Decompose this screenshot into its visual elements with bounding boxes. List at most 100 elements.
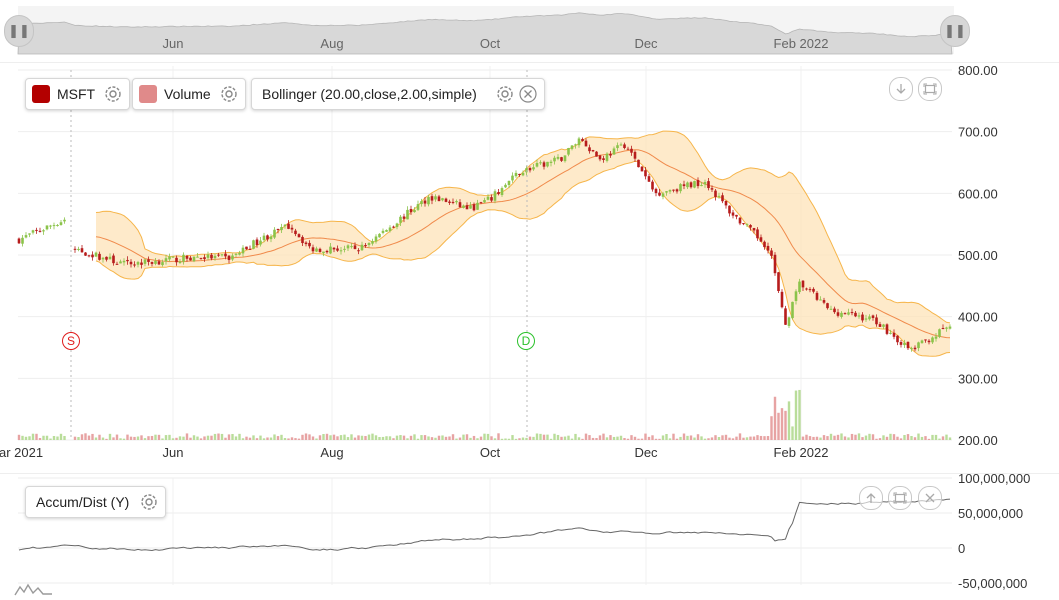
candle-body <box>462 205 465 208</box>
candle-body <box>581 138 584 142</box>
volume-bar <box>189 437 192 440</box>
candle-body <box>528 168 532 171</box>
candle-body <box>889 332 892 334</box>
candle-body <box>56 225 59 227</box>
volume-bar <box>448 436 451 440</box>
gear-icon[interactable] <box>103 84 123 104</box>
candle-body <box>49 225 52 227</box>
volume-bar <box>567 435 570 440</box>
candle-body <box>651 181 654 190</box>
candle-body <box>885 324 889 334</box>
event-marker-split[interactable]: S <box>62 332 80 350</box>
volume-bar <box>245 436 248 440</box>
candle-body <box>161 262 164 266</box>
candle-body <box>644 170 647 177</box>
volume-bar <box>203 436 206 440</box>
volume-bar <box>850 433 854 440</box>
volume-bar <box>493 438 497 440</box>
candle-body <box>451 201 455 203</box>
volume-bar <box>63 435 66 440</box>
volume-bar <box>423 435 427 440</box>
volume-bar <box>728 437 731 440</box>
volume-bar <box>871 434 875 440</box>
volume-bar <box>437 435 441 440</box>
volume-bar <box>80 434 84 440</box>
candle-body <box>836 312 840 316</box>
volume-bar <box>101 437 105 440</box>
volume-bar <box>833 435 836 440</box>
volume-bar <box>892 434 896 440</box>
volume-bar <box>213 433 217 440</box>
candle-body <box>413 210 416 213</box>
gear-icon[interactable] <box>219 84 239 104</box>
volume-bar <box>801 436 805 440</box>
expand-icon[interactable] <box>918 77 942 101</box>
expand-icon[interactable] <box>888 486 912 510</box>
candle-body <box>497 192 500 195</box>
volume-bar <box>84 433 87 440</box>
candle-body <box>231 255 234 260</box>
navigator-left-handle[interactable]: ❚❚ <box>4 15 34 47</box>
candle-body <box>206 254 210 258</box>
volume-bar <box>941 436 945 440</box>
candle-body <box>612 148 616 155</box>
msft-swatch <box>32 85 50 103</box>
candle-body <box>353 245 357 250</box>
candle-body <box>647 176 651 182</box>
candle-body <box>787 317 791 326</box>
volume-bar <box>105 438 108 440</box>
candle-body <box>637 159 640 168</box>
volume-bar <box>469 437 472 440</box>
candle-body <box>315 248 318 252</box>
volume-bar <box>682 433 686 440</box>
event-marker-dividend[interactable]: D <box>517 332 535 350</box>
close-icon[interactable] <box>918 486 942 510</box>
gear-icon[interactable] <box>139 492 159 512</box>
candle-body <box>87 255 91 257</box>
volume-bar <box>707 438 710 440</box>
candle-body <box>367 243 371 246</box>
candle-body <box>675 189 679 192</box>
volume-bar <box>318 435 322 440</box>
candle-body <box>73 248 77 250</box>
candle-body <box>416 204 420 210</box>
volume-bar <box>808 436 812 440</box>
volume-bar <box>413 434 416 440</box>
candle-body <box>276 228 280 230</box>
candle-body <box>105 256 108 260</box>
candle-body <box>38 230 42 232</box>
navigator-right-handle[interactable]: ❚❚ <box>940 15 970 47</box>
candle-body <box>129 261 133 265</box>
pause-grip-icon: ❚❚ <box>8 23 30 38</box>
price-axis-label: 400.00 <box>958 310 998 325</box>
candle-body <box>577 138 581 146</box>
candle-body <box>35 229 38 231</box>
volume-bar <box>560 436 563 440</box>
download-icon[interactable] <box>889 77 913 101</box>
volume-bar <box>857 433 861 440</box>
navigator-divider <box>0 62 1059 63</box>
volume-bar <box>581 438 584 440</box>
close-icon[interactable] <box>518 84 538 104</box>
legend-msft[interactable]: MSFT <box>25 78 131 110</box>
legend-bollinger[interactable]: Bollinger (20.00,close,2.00,simple) <box>251 78 545 110</box>
volume-bar <box>595 438 598 440</box>
volume-bar <box>280 434 283 440</box>
volume-bar <box>217 433 220 440</box>
candle-body <box>427 197 430 205</box>
candle-body <box>714 190 717 198</box>
candle-body <box>98 253 101 260</box>
volume-bar <box>472 435 476 440</box>
candle-body <box>252 240 255 249</box>
gear-icon[interactable] <box>495 84 515 104</box>
legend-volume[interactable]: Volume <box>132 78 246 110</box>
candle-body <box>203 257 206 260</box>
move-up-icon[interactable] <box>859 486 883 510</box>
candle-body <box>763 241 766 248</box>
legend-accum-dist[interactable]: Accum/Dist (Y) <box>25 486 167 518</box>
candle-body <box>658 192 661 196</box>
navigator-label: Aug <box>320 36 343 51</box>
volume-bar <box>451 434 455 440</box>
volume-bar <box>661 435 665 440</box>
volume-bar <box>920 436 924 440</box>
